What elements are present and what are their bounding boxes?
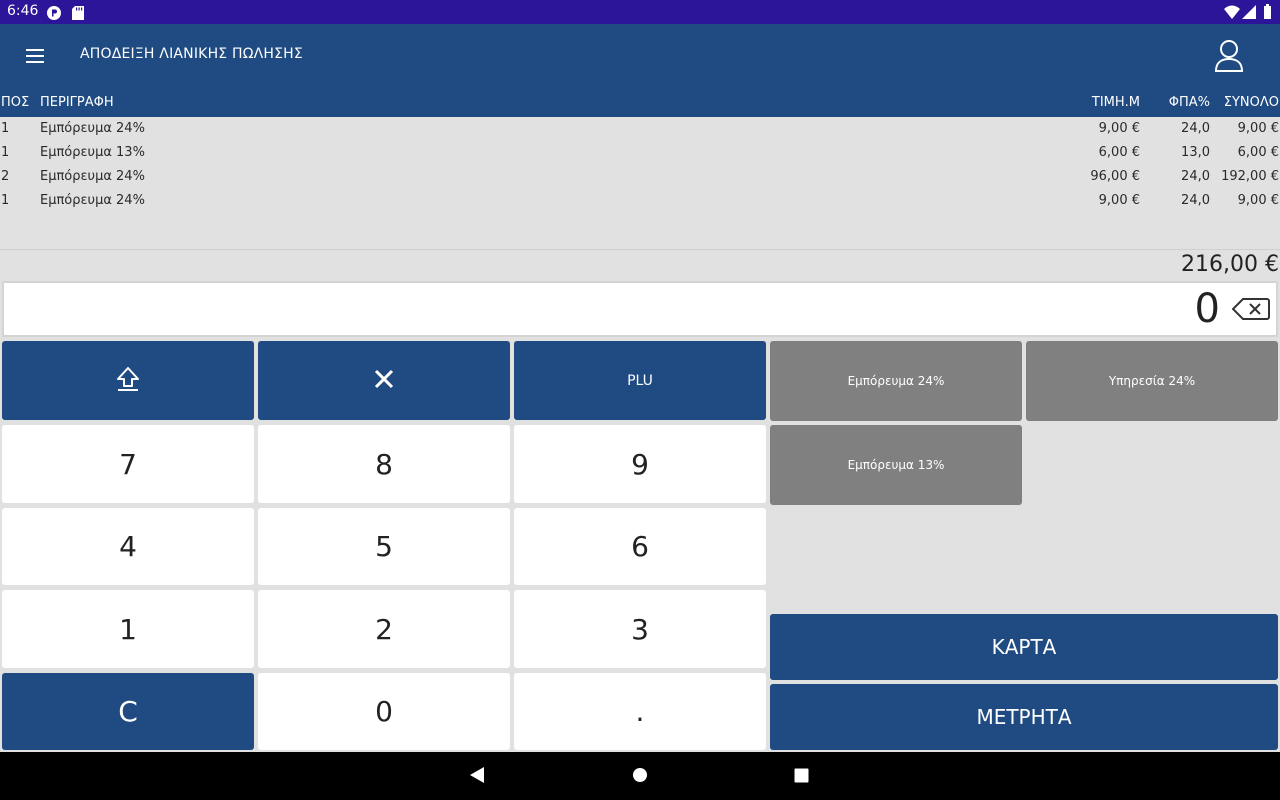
table-row[interactable]: 1 Εμπόρευμα 13% 6,00 € 13,0 6,00 € [0, 141, 1280, 165]
receipt-table-body: 1 Εμπόρευμα 24% 9,00 € 24,0 9,00 € 1 Εμπ… [0, 117, 1280, 250]
status-time: 6:46 [7, 3, 39, 19]
row-unit-price: 6,00 € [1098, 145, 1140, 160]
product-goods-24-button[interactable]: Εμπόρευμα 24% [770, 341, 1022, 421]
status-icons [1224, 4, 1274, 24]
back-icon[interactable] [469, 766, 485, 788]
key-0[interactable]: 0 [258, 673, 510, 750]
header-unit-price: ΤΙΜΗ.Μ [1091, 95, 1140, 110]
table-row[interactable]: 2 Εμπόρευμα 24% 96,00 € 24,0 192,00 € [0, 165, 1280, 189]
row-vat: 24,0 [1181, 121, 1210, 136]
table-row[interactable]: 1 Εμπόρευμα 24% 9,00 € 24,0 9,00 € [0, 117, 1280, 141]
row-qty: 1 [1, 193, 10, 208]
key-8[interactable]: 8 [258, 425, 510, 503]
app-notification-icon [47, 5, 61, 24]
battery-icon [1264, 4, 1271, 19]
recents-icon[interactable] [794, 768, 809, 787]
row-description: Εμπόρευμα 13% [40, 145, 145, 160]
header-qty: ΠΟΣ [1, 95, 30, 110]
system-nav-bar [0, 752, 1280, 800]
key-9[interactable]: 9 [514, 425, 766, 503]
row-unit-price: 9,00 € [1098, 193, 1140, 208]
row-unit-price: 96,00 € [1090, 169, 1140, 184]
row-description: Εμπόρευμα 24% [40, 193, 145, 208]
header-total: ΣΥΝΟΛΟ [1223, 95, 1279, 110]
table-divider [0, 249, 1280, 250]
product-service-24-button[interactable]: Υπηρεσία 24% [1026, 341, 1278, 421]
receipt-table-header: ΠΟΣ ΠΕΡΙΓΡΑΦΗ ΤΙΜΗ.Μ ΦΠΑ% ΣΥΝΟΛΟ [0, 88, 1280, 117]
home-icon[interactable] [632, 767, 648, 787]
key-1[interactable]: 1 [2, 590, 254, 668]
product-goods-13-button[interactable]: Εμπόρευμα 13% [770, 425, 1022, 505]
display-value: 0 [1194, 286, 1220, 332]
row-description: Εμπόρευμα 24% [40, 169, 145, 184]
row-vat: 24,0 [1181, 193, 1210, 208]
key-2[interactable]: 2 [258, 590, 510, 668]
row-unit-price: 9,00 € [1098, 121, 1140, 136]
row-total: 6,00 € [1237, 145, 1279, 160]
multiply-button[interactable] [258, 341, 510, 420]
clear-button[interactable]: C [2, 673, 254, 750]
cash-payment-button[interactable]: ΜΕΤΡΗΤΑ [770, 684, 1278, 750]
shift-icon [115, 365, 141, 397]
signal-icon [1242, 5, 1256, 19]
header-description: ΠΕΡΙΓΡΑΦΗ [40, 95, 114, 110]
key-4[interactable]: 4 [2, 508, 254, 585]
key-decimal[interactable]: . [514, 673, 766, 750]
row-qty: 2 [1, 169, 10, 184]
plu-button[interactable]: PLU [514, 341, 766, 420]
menu-icon[interactable] [24, 46, 48, 66]
row-total: 192,00 € [1221, 169, 1279, 184]
key-5[interactable]: 5 [258, 508, 510, 585]
row-vat: 13,0 [1181, 145, 1210, 160]
receipt-total: 216,00 € [1181, 252, 1279, 277]
key-7[interactable]: 7 [2, 425, 254, 503]
row-total: 9,00 € [1237, 121, 1279, 136]
row-qty: 1 [1, 145, 10, 160]
row-description: Εμπόρευμα 24% [40, 121, 145, 136]
key-6[interactable]: 6 [514, 508, 766, 585]
multiply-icon [373, 368, 395, 394]
table-row[interactable]: 1 Εμπόρευμα 24% 9,00 € 24,0 9,00 € [0, 189, 1280, 213]
wifi-icon [1224, 5, 1240, 19]
row-total: 9,00 € [1237, 193, 1279, 208]
page-title: ΑΠΟΔΕΙΞΗ ΛΙΑΝΙΚΗΣ ΠΩΛΗΣΗΣ [80, 46, 303, 62]
app-bar: ΑΠΟΔΕΙΞΗ ΛΙΑΝΙΚΗΣ ΠΩΛΗΣΗΣ [0, 24, 1280, 88]
row-qty: 1 [1, 121, 10, 136]
user-account-icon[interactable] [1210, 38, 1248, 74]
key-3[interactable]: 3 [514, 590, 766, 668]
shift-button[interactable] [2, 341, 254, 420]
row-vat: 24,0 [1181, 169, 1210, 184]
card-payment-button[interactable]: ΚΑΡΤΑ [770, 614, 1278, 680]
status-bar: 6:46 [0, 0, 1280, 24]
backspace-icon[interactable] [1231, 297, 1270, 321]
sd-card-icon [72, 5, 84, 24]
header-vat: ΦΠΑ% [1168, 95, 1210, 110]
amount-display[interactable]: 0 [2, 281, 1278, 337]
